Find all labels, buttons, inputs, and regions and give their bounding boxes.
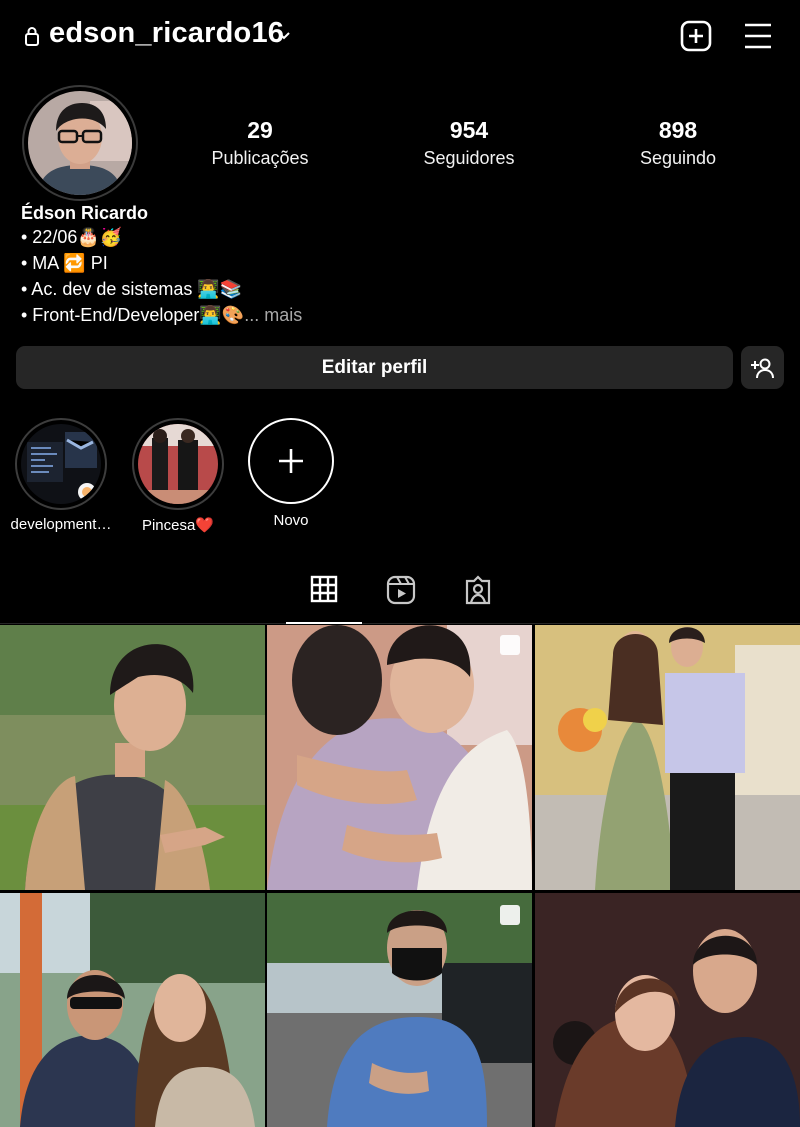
posts-value: 29 [247, 117, 273, 143]
highlight-ring [132, 418, 224, 510]
post-thumbnail[interactable] [0, 625, 265, 890]
highlight-ring [15, 418, 107, 510]
highlight-new[interactable]: Novo [226, 418, 356, 529]
following-count[interactable]: 898 Seguindo [598, 116, 758, 172]
highlight-pincesa[interactable]: Pincesa❤️ [113, 418, 243, 534]
tagged-icon [465, 575, 491, 605]
followers-value: 954 [449, 117, 489, 143]
bio-line-last: • Front-End/Developer👨‍💻🎨... mais [21, 302, 781, 328]
followers-count[interactable]: 954 Seguidores [389, 116, 549, 172]
tab-reels[interactable] [362, 566, 438, 624]
post-thumbnail[interactable] [267, 625, 532, 890]
reels-icon [386, 575, 416, 605]
profile-tabs [0, 566, 800, 624]
bio-line: • MA 🔁 PI [21, 253, 108, 273]
highlight-label: development… [10, 516, 112, 533]
posts-label: Publicações [211, 148, 309, 168]
hamburger-menu-icon[interactable] [742, 22, 774, 50]
plus-square-icon[interactable] [680, 20, 712, 52]
highlight-development[interactable]: development… [0, 418, 126, 533]
bio-line: • 22/06🎂🥳 [21, 227, 123, 247]
username[interactable]: edson_ricardo16 [49, 17, 284, 50]
post-thumbnail[interactable] [535, 625, 800, 890]
highlight-label: Novo [273, 512, 309, 529]
edit-profile-button[interactable]: Editar perfil [16, 346, 733, 389]
post-thumbnail[interactable] [0, 893, 265, 1127]
post-thumbnail[interactable] [267, 893, 532, 1127]
bio-line: • Ac. dev de sistemas 👨‍💻📚 [21, 279, 243, 299]
discover-people-button[interactable] [741, 346, 784, 389]
chevron-down-icon[interactable] [276, 28, 292, 44]
followers-label: Seguidores [423, 148, 515, 168]
following-value: 898 [658, 117, 698, 143]
lock-icon [25, 27, 39, 46]
avatar[interactable] [28, 91, 132, 195]
add-user-icon [751, 358, 774, 379]
top-bar: edson_ricardo16 [0, 0, 800, 72]
new-highlight-button[interactable] [248, 418, 334, 504]
bio-line: • Front-End/Developer👨‍💻🎨 [21, 305, 245, 325]
more-link[interactable]: ... mais [244, 305, 302, 325]
posts-count[interactable]: 29 Publicações [180, 116, 340, 172]
highlight-label: Pincesa❤️ [141, 517, 215, 534]
plus-icon [279, 449, 303, 473]
tab-tagged[interactable] [439, 566, 515, 624]
post-thumbnail[interactable] [535, 893, 800, 1127]
grid-icon [310, 575, 338, 603]
bio: Édson Ricardo • 22/06🎂🥳 • MA 🔁 PI • Ac. … [21, 202, 781, 328]
tab-grid[interactable] [286, 566, 362, 624]
profile-name: Édson Ricardo [21, 203, 149, 223]
following-label: Seguindo [639, 148, 717, 168]
